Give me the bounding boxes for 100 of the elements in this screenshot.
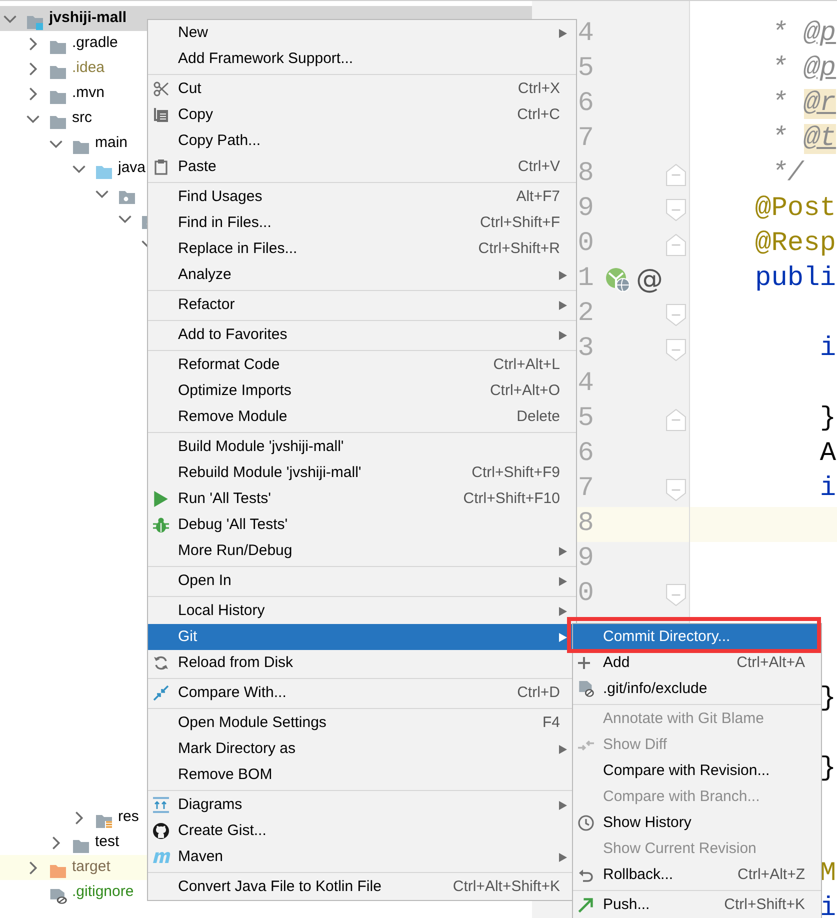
menu-item[interactable]: Add Ctrl+Alt+A [573, 650, 821, 676]
fold-marker-icon[interactable] [666, 478, 686, 500]
menu-item[interactable]: Add to Favorites [148, 322, 576, 348]
menu-item[interactable]: Copy Ctrl+C [148, 102, 576, 128]
menu-item[interactable]: Refactor [148, 292, 576, 318]
chevron-right-icon[interactable] [29, 86, 37, 100]
line-number: 6 [578, 91, 594, 118]
chevron-right-icon[interactable] [29, 36, 37, 50]
menu-item[interactable]: Compare With... Ctrl+D [148, 680, 576, 706]
code-line: i [820, 896, 836, 918]
chevron-down-icon[interactable] [26, 114, 40, 122]
menu-item[interactable]: Optimize Imports Ctrl+Alt+O [148, 378, 576, 404]
fold-marker-icon[interactable] [666, 584, 686, 606]
tree-item-label[interactable]: .mvn [72, 82, 105, 105]
code-line: } [820, 686, 836, 713]
menu-item[interactable]: Push... Ctrl+Shift+K [573, 892, 821, 918]
tree-item-label[interactable]: res [118, 806, 139, 829]
menu-item[interactable]: Reformat Code Ctrl+Alt+L [148, 352, 576, 378]
menu-item[interactable]: Find in Files... Ctrl+Shift+F [148, 210, 576, 236]
menu-item[interactable]: Copy Path... [148, 128, 576, 154]
line-number: 5 [578, 56, 594, 83]
chevron-right-icon[interactable] [29, 62, 37, 76]
m-logo-icon [153, 852, 171, 862]
diagram-icon [153, 797, 169, 813]
menu-item[interactable]: Mark Directory as [148, 736, 576, 762]
github-icon [153, 823, 169, 839]
menu-item[interactable]: Paste Ctrl+V [148, 154, 576, 180]
tree-item-label[interactable]: .gradle [72, 32, 118, 55]
menu-item[interactable]: Cut Ctrl+X [148, 76, 576, 102]
fold-marker-icon[interactable] [666, 304, 686, 326]
code-line: * @p [771, 56, 836, 83]
menu-item[interactable]: Replace in Files... Ctrl+Shift+R [148, 236, 576, 262]
shortcut-label: Ctrl+X [518, 78, 560, 99]
menu-item[interactable]: Local History [148, 598, 576, 624]
shortcut-label: Ctrl+Shift+F9 [472, 462, 560, 483]
project-name[interactable]: jvshiji-mall [49, 7, 127, 30]
code-line: } [820, 406, 836, 433]
chevron-down-icon[interactable] [3, 14, 17, 22]
tree-item-label[interactable]: .idea [72, 57, 105, 80]
chevron-down-icon[interactable] [95, 190, 109, 198]
menu-item[interactable]: Show History [573, 810, 821, 836]
tree-item-label[interactable]: test [95, 831, 120, 854]
line-number: 4 [578, 21, 594, 48]
line-number: 9 [578, 546, 594, 573]
arrows-icon [153, 685, 169, 701]
menu-item[interactable]: Remove BOM [148, 762, 576, 788]
menu-item[interactable]: Build Module 'jvshiji-mall' [148, 434, 576, 460]
tree-item-label[interactable]: .gitignore [72, 881, 134, 904]
tree-item-label[interactable]: target [72, 856, 110, 879]
menu-item[interactable]: Remove Module Delete [148, 404, 576, 430]
line-number: 0 [578, 231, 594, 258]
ignored-file-icon [578, 681, 594, 697]
tree-item-label[interactable]: src [72, 107, 92, 130]
menu-item[interactable]: Open Module Settings F4 [148, 710, 576, 736]
menu-item[interactable]: Analyze [148, 262, 576, 288]
menu-item[interactable]: Debug 'All Tests' [148, 512, 576, 538]
chevron-down-icon[interactable] [118, 214, 132, 222]
gutter-marker[interactable]: @ [636, 266, 663, 293]
globe-icon [606, 268, 630, 292]
chevron-down-icon[interactable] [49, 140, 63, 148]
fold-marker-icon[interactable] [666, 408, 686, 430]
menu-item[interactable]: Maven [148, 844, 576, 870]
menu-item[interactable]: Run 'All Tests' Ctrl+Shift+F10 [148, 486, 576, 512]
tree-item-label[interactable]: main [95, 132, 128, 155]
menu-item[interactable]: Find Usages Alt+F7 [148, 184, 576, 210]
chevron-right-icon[interactable] [29, 860, 37, 874]
line-number: 3 [578, 336, 594, 363]
menu-item[interactable]: Diagrams [148, 792, 576, 818]
menu-item[interactable]: More Run/Debug [148, 538, 576, 564]
menu-item[interactable]: Compare with Revision... [573, 758, 821, 784]
menu-item[interactable]: .git/info/exclude [573, 676, 821, 702]
fold-marker-icon[interactable] [666, 234, 686, 256]
tree-item-label[interactable]: java [118, 157, 146, 180]
bug-icon [153, 517, 169, 533]
fold-marker-icon[interactable] [666, 164, 686, 186]
line-number: 8 [578, 161, 594, 188]
fold-marker-icon[interactable] [666, 198, 686, 220]
menu-item[interactable]: Rebuild Module 'jvshiji-mall' Ctrl+Shift+F9 [148, 460, 576, 486]
undo-icon [578, 868, 594, 882]
shortcut-label: Ctrl+Shift+K [724, 894, 805, 915]
line-number: 1 [578, 266, 594, 293]
chevron-right-icon[interactable] [75, 810, 83, 824]
menu-item[interactable]: Add Framework Support... [148, 46, 576, 72]
shortcut-label: Ctrl+D [517, 682, 560, 703]
line-number: 4 [578, 371, 594, 398]
menu-item[interactable]: Rollback... Ctrl+Alt+Z [573, 862, 821, 888]
code-line: } [820, 756, 836, 783]
menu-item[interactable]: Open In [148, 568, 576, 594]
chevron-down-icon[interactable] [72, 164, 86, 172]
code-line: @Post [755, 196, 836, 223]
chevron-right-icon[interactable] [52, 836, 60, 850]
menu-item[interactable]: Convert Java File to Kotlin File Ctrl+Alt+Shift+K [148, 874, 576, 900]
clipboard-icon [153, 159, 169, 175]
plus-icon [578, 657, 590, 669]
fold-marker-icon[interactable] [666, 338, 686, 360]
shortcut-label: Ctrl+Shift+F [480, 212, 560, 233]
menu-item[interactable]: Reload from Disk [148, 650, 576, 676]
shortcut-label: Ctrl+Alt+O [490, 380, 560, 401]
menu-item[interactable]: Create Gist... [148, 818, 576, 844]
shortcut-label: Ctrl+C [517, 104, 560, 125]
